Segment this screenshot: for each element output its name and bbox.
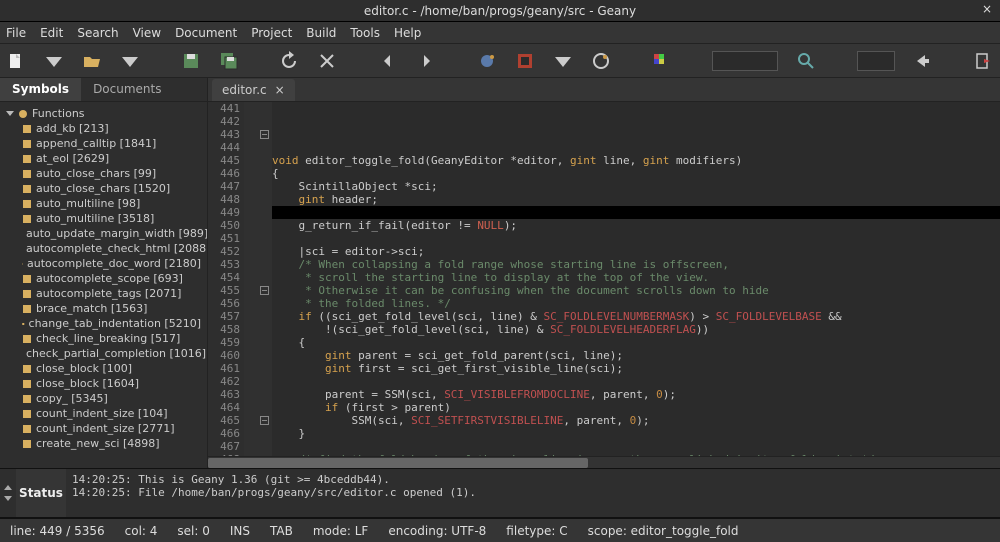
message-nav (0, 469, 16, 517)
save-all-icon[interactable] (219, 49, 239, 73)
status-tab: TAB (270, 524, 293, 538)
chevron-down-icon[interactable] (553, 49, 573, 73)
symbol-item[interactable]: auto_multiline [3518] (0, 211, 207, 226)
symbol-item[interactable]: close_block [100] (0, 361, 207, 376)
search-icon[interactable] (796, 49, 816, 73)
menu-project[interactable]: Project (251, 26, 292, 40)
scrollbar-thumb[interactable] (208, 458, 588, 468)
main-area: Symbols Documents Functionsadd_kb [213]a… (0, 78, 1000, 468)
color-picker-icon[interactable] (651, 49, 671, 73)
nav-forward-icon[interactable] (416, 49, 436, 73)
arrow-up-icon[interactable] (4, 485, 12, 490)
symbol-item[interactable]: auto_multiline [98] (0, 196, 207, 211)
reload-icon[interactable] (279, 49, 299, 73)
menu-search[interactable]: Search (77, 26, 118, 40)
menu-tools[interactable]: Tools (350, 26, 380, 40)
symbols-list[interactable]: Functionsadd_kb [213]append_calltip [184… (0, 102, 207, 468)
new-file-icon[interactable] (6, 49, 26, 73)
menu-help[interactable]: Help (394, 26, 421, 40)
fold-gutter[interactable] (258, 102, 272, 456)
symbol-item[interactable]: change_tab_indentation [5210] (0, 316, 207, 331)
search-input[interactable] (712, 51, 778, 71)
window-close-icon[interactable]: × (982, 2, 992, 16)
symbol-item[interactable]: count_indent_size [104] (0, 406, 207, 421)
menu-document[interactable]: Document (175, 26, 237, 40)
horizontal-scrollbar[interactable] (208, 456, 1000, 468)
build-icon[interactable] (477, 49, 497, 73)
close-file-icon[interactable] (317, 49, 337, 73)
status-filetype: filetype: C (506, 524, 567, 538)
symbol-group[interactable]: Functions (32, 107, 85, 120)
status-encoding: encoding: UTF-8 (388, 524, 486, 538)
symbol-item[interactable]: at_eol [2629] (0, 151, 207, 166)
symbol-item[interactable]: check_partial_completion [1016] (0, 346, 207, 361)
status-mode: mode: LF (313, 524, 368, 538)
code-text[interactable]: void editor_toggle_fold(GeanyEditor *edi… (272, 102, 1000, 456)
run-icon[interactable] (591, 49, 611, 73)
symbol-item[interactable]: autocomplete_scope [693] (0, 271, 207, 286)
code-area[interactable]: 4414424434444454464474484494504514524534… (208, 102, 1000, 456)
marker-gutter (244, 102, 258, 456)
symbol-item[interactable]: auto_close_chars [99] (0, 166, 207, 181)
save-icon[interactable] (181, 49, 201, 73)
symbol-item[interactable]: auto_update_margin_width [989] (0, 226, 207, 241)
menu-view[interactable]: View (133, 26, 161, 40)
chevron-down-icon[interactable] (44, 49, 64, 73)
document-tab[interactable]: editor.c × (212, 79, 295, 101)
line-number-gutter: 4414424434444454464474484494504514524534… (208, 102, 244, 456)
nav-back-icon[interactable] (378, 49, 398, 73)
menu-build[interactable]: Build (306, 26, 336, 40)
tab-symbols[interactable]: Symbols (0, 78, 81, 101)
toolbar (0, 44, 1000, 78)
close-tab-icon[interactable]: × (275, 83, 285, 97)
symbol-item[interactable]: close_block [1604] (0, 376, 207, 391)
symbol-item[interactable]: autocomplete_tags [2071] (0, 286, 207, 301)
sidebar: Symbols Documents Functionsadd_kb [213]a… (0, 78, 208, 468)
menu-edit[interactable]: Edit (40, 26, 63, 40)
window-title: editor.c - /home/ban/progs/geany/src - G… (364, 4, 636, 18)
message-area[interactable]: 14:20:25: This is Geany 1.36 (git >= 4bc… (66, 469, 1000, 517)
status-scope: scope: editor_toggle_fold (588, 524, 739, 538)
status-line: line: 449 / 5356 (10, 524, 105, 538)
make-icon[interactable] (515, 49, 535, 73)
document-tab-label: editor.c (222, 83, 267, 97)
menubar: File Edit Search View Document Project Build To… (0, 22, 1000, 44)
tab-documents[interactable]: Documents (81, 78, 173, 101)
statusbar: line: 449 / 5356 col: 4 sel: 0 INS TAB m… (0, 518, 1000, 542)
status-sel: sel: 0 (177, 524, 209, 538)
symbol-item[interactable]: autocomplete_check_html [2088] (0, 241, 207, 256)
symbol-item[interactable]: create_new_sci [4898] (0, 436, 207, 451)
status-ins: INS (230, 524, 250, 538)
symbol-item[interactable]: copy_ [5345] (0, 391, 207, 406)
symbol-item[interactable]: append_calltip [1841] (0, 136, 207, 151)
status-tab[interactable]: Status (16, 469, 66, 517)
quit-icon[interactable] (974, 49, 994, 73)
sidebar-tabs: Symbols Documents (0, 78, 207, 102)
goto-line-input[interactable] (857, 51, 895, 71)
symbol-item[interactable]: check_line_breaking [517] (0, 331, 207, 346)
arrow-down-icon[interactable] (4, 496, 12, 501)
symbol-item[interactable]: brace_match [1563] (0, 301, 207, 316)
menu-file[interactable]: File (6, 26, 26, 40)
symbol-item[interactable]: autocomplete_doc_word [2180] (0, 256, 207, 271)
message-panel: Status 14:20:25: This is Geany 1.36 (git… (0, 468, 1000, 518)
status-col: col: 4 (125, 524, 158, 538)
chevron-down-icon[interactable] (120, 49, 140, 73)
symbol-item[interactable]: auto_close_chars [1520] (0, 181, 207, 196)
document-tabs: editor.c × (208, 78, 1000, 102)
goto-line-icon[interactable] (913, 49, 933, 73)
open-file-icon[interactable] (82, 49, 102, 73)
editor-pane: editor.c × 44144244344444544644744844945… (208, 78, 1000, 468)
symbol-item[interactable]: add_kb [213] (0, 121, 207, 136)
titlebar: editor.c - /home/ban/progs/geany/src - G… (0, 0, 1000, 22)
symbol-item[interactable]: count_indent_size [2771] (0, 421, 207, 436)
